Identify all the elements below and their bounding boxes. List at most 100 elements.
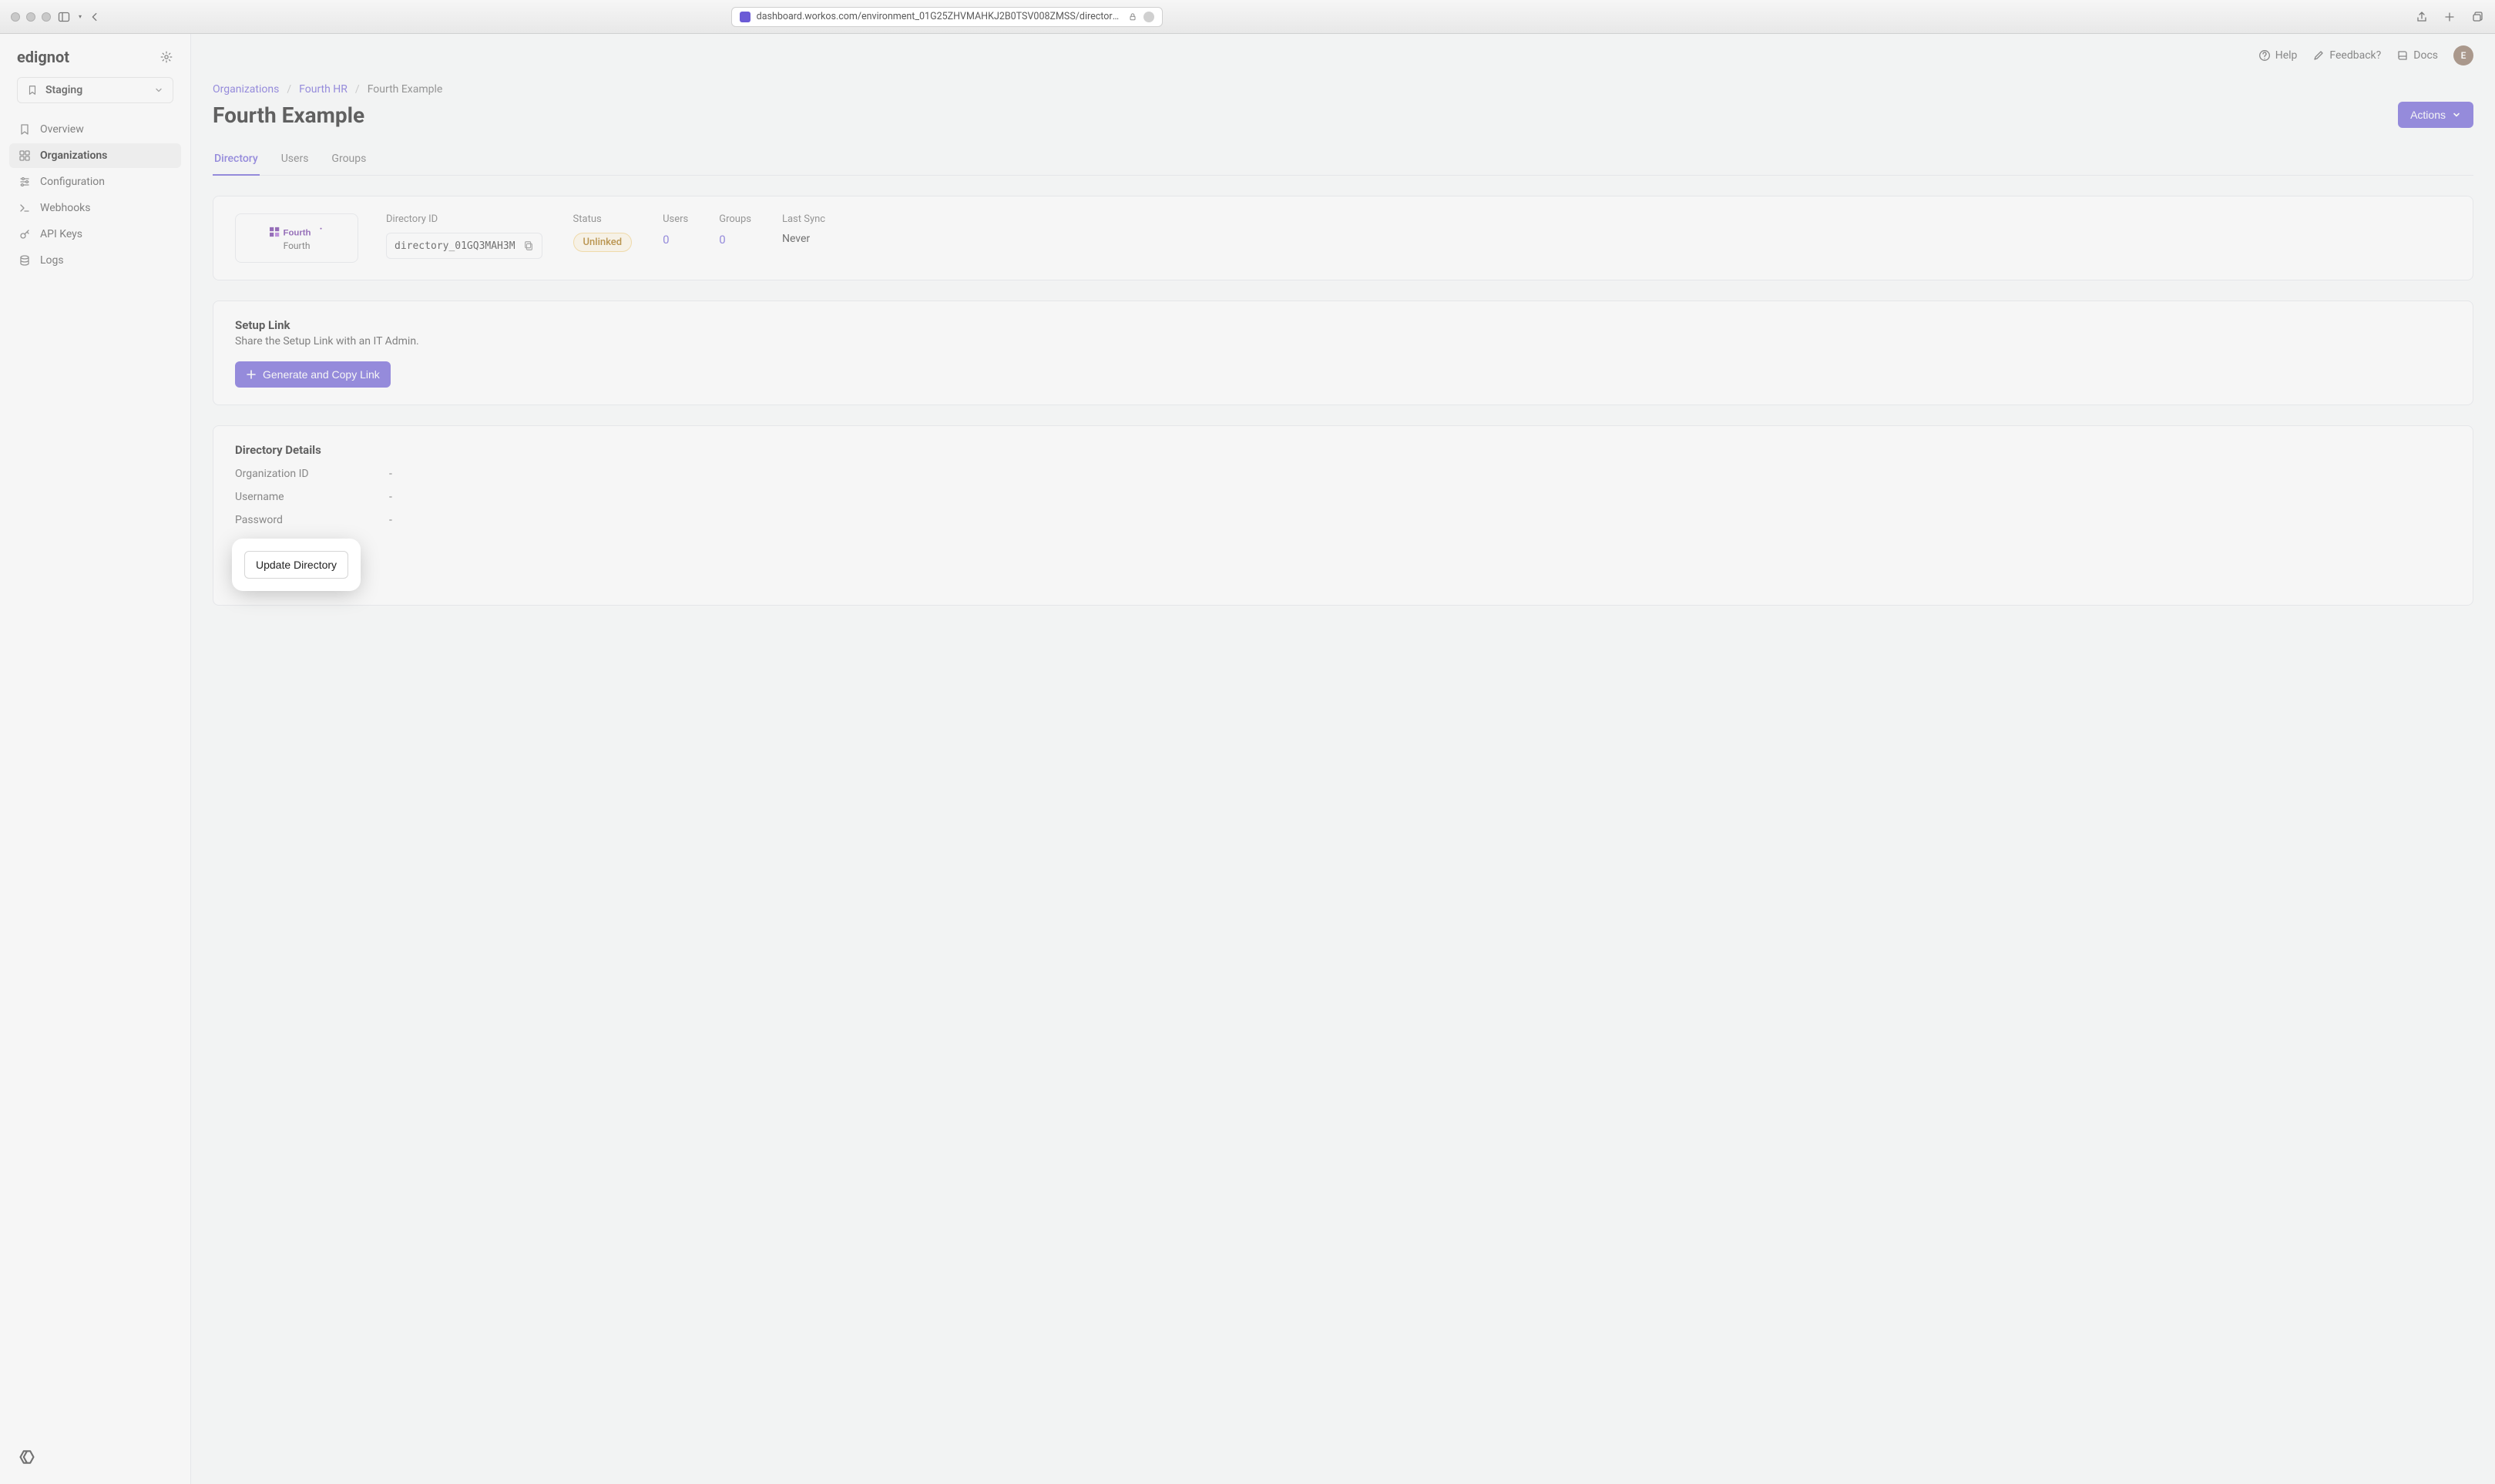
- sliders-icon: [18, 176, 31, 188]
- setup-link-subtitle: Share the Setup Link with an IT Admin.: [235, 335, 2451, 347]
- tabs-icon[interactable]: [2470, 10, 2484, 24]
- back-icon[interactable]: [88, 10, 102, 24]
- update-directory-highlight: Update Directory: [235, 542, 358, 588]
- help-link[interactable]: Help: [2258, 49, 2298, 62]
- gear-icon[interactable]: [160, 50, 173, 64]
- new-tab-icon[interactable]: [2443, 10, 2456, 24]
- generate-link-button[interactable]: Generate and Copy Link: [235, 361, 391, 388]
- sidebar-item-label: Logs: [40, 254, 64, 267]
- terminal-icon: [18, 202, 31, 214]
- minimize-window-icon[interactable]: [26, 12, 35, 22]
- plus-icon: [246, 369, 257, 380]
- detail-value: -: [389, 468, 392, 480]
- detail-label: Password: [235, 514, 389, 526]
- pencil-icon: [2312, 49, 2325, 62]
- url-text: dashboard.workos.com/environment_01G25ZH…: [757, 11, 1122, 22]
- lock-icon: [1128, 12, 1137, 22]
- groups-count[interactable]: 0: [719, 233, 751, 247]
- url-bar[interactable]: dashboard.workos.com/environment_01G25ZH…: [731, 7, 1163, 27]
- breadcrumb-separator: /: [287, 83, 291, 96]
- environment-select[interactable]: Staging: [17, 77, 173, 103]
- database-icon: [18, 254, 31, 267]
- detail-row: Organization ID -: [235, 468, 2451, 480]
- sidebar-item-label: API Keys: [40, 228, 82, 240]
- copy-icon[interactable]: [523, 240, 534, 251]
- generate-link-label: Generate and Copy Link: [263, 368, 380, 381]
- detail-value: -: [389, 514, 392, 526]
- grid-icon: [18, 149, 31, 162]
- last-sync-value: Never: [782, 233, 825, 245]
- feedback-link[interactable]: Feedback?: [2312, 49, 2381, 62]
- sidebar-item-label: Overview: [40, 123, 84, 136]
- org-name: edignot: [17, 48, 69, 66]
- users-label: Users: [663, 213, 688, 225]
- breadcrumb-root[interactable]: Organizations: [213, 83, 279, 96]
- more-icon[interactable]: [1143, 12, 1154, 22]
- detail-row: Password -: [235, 514, 2451, 526]
- directory-details-title: Directory Details: [235, 443, 2451, 457]
- book-icon: [2396, 49, 2409, 62]
- main-content: Help Feedback? Docs E Organizations / Fo…: [191, 34, 2495, 1484]
- sidebar-item-organizations[interactable]: Organizations: [9, 143, 181, 168]
- help-label: Help: [2275, 49, 2298, 62]
- fourth-logo-icon: Fourth: [270, 225, 324, 239]
- status-label: Status: [573, 213, 633, 225]
- detail-row: Username -: [235, 491, 2451, 503]
- update-directory-button[interactable]: Update Directory: [244, 551, 348, 579]
- workos-logo-icon: [14, 1444, 176, 1470]
- breadcrumb-current: Fourth Example: [368, 83, 443, 96]
- help-icon: [2258, 49, 2271, 62]
- directory-details-card: Directory Details Organization ID - User…: [213, 425, 2473, 606]
- sidebar-item-overview[interactable]: Overview: [9, 117, 181, 142]
- docs-label: Docs: [2413, 49, 2438, 62]
- site-favicon-icon: [740, 12, 751, 22]
- sidebar-item-logs[interactable]: Logs: [9, 248, 181, 273]
- topbar: Help Feedback? Docs E: [191, 34, 2495, 77]
- share-icon[interactable]: [2415, 10, 2429, 24]
- bookmark-icon: [27, 85, 38, 96]
- sidebar: edignot Staging Overview: [0, 34, 191, 1484]
- tab-users[interactable]: Users: [280, 145, 311, 175]
- sidebar-item-configuration[interactable]: Configuration: [9, 170, 181, 194]
- actions-label: Actions: [2410, 109, 2446, 121]
- avatar[interactable]: E: [2453, 45, 2473, 65]
- sidebar-item-label: Webhooks: [40, 202, 91, 214]
- provider-name: Fourth: [284, 240, 311, 251]
- provider-tile: Fourth Fourth: [235, 213, 358, 263]
- bookmark-icon: [18, 123, 31, 136]
- key-icon: [18, 228, 31, 240]
- breadcrumb-parent[interactable]: Fourth HR: [299, 83, 348, 96]
- groups-label: Groups: [719, 213, 751, 225]
- tab-groups[interactable]: Groups: [330, 145, 368, 175]
- sidebar-item-api-keys[interactable]: API Keys: [9, 222, 181, 247]
- chevron-down-icon: [2452, 110, 2461, 119]
- dir-id-label: Directory ID: [386, 213, 542, 225]
- docs-link[interactable]: Docs: [2396, 49, 2438, 62]
- page-title: Fourth Example: [213, 102, 364, 128]
- dir-id-value: directory_01GQ3MAH3M: [395, 240, 515, 252]
- environment-label: Staging: [45, 84, 82, 96]
- feedback-label: Feedback?: [2329, 49, 2381, 62]
- setup-link-title: Setup Link: [235, 318, 2451, 332]
- users-count[interactable]: 0: [663, 233, 688, 247]
- sidebar-toggle-icon[interactable]: [57, 10, 71, 24]
- sidebar-item-label: Organizations: [40, 149, 107, 162]
- browser-chrome: ▾ dashboard.workos.com/environment_01G25…: [0, 0, 2495, 34]
- last-sync-label: Last Sync: [782, 213, 825, 225]
- sidebar-item-webhooks[interactable]: Webhooks: [9, 196, 181, 220]
- actions-button[interactable]: Actions: [2398, 102, 2473, 128]
- sidebar-item-label: Configuration: [40, 176, 105, 188]
- tabs: Directory Users Groups: [213, 145, 2473, 176]
- tab-directory[interactable]: Directory: [213, 145, 260, 176]
- dir-id-field: directory_01GQ3MAH3M: [386, 233, 542, 259]
- chevron-down-icon: [154, 86, 163, 95]
- breadcrumb: Organizations / Fourth HR / Fourth Examp…: [213, 83, 2473, 96]
- summary-card: Fourth Fourth Directory ID directory_01G…: [213, 196, 2473, 280]
- setup-link-card: Setup Link Share the Setup Link with an …: [213, 300, 2473, 405]
- close-window-icon[interactable]: [11, 12, 20, 22]
- traffic-lights: [11, 12, 51, 22]
- maximize-window-icon[interactable]: [42, 12, 51, 22]
- chevron-down-icon[interactable]: ▾: [79, 13, 82, 20]
- detail-label: Organization ID: [235, 468, 389, 480]
- breadcrumb-separator: /: [355, 83, 360, 96]
